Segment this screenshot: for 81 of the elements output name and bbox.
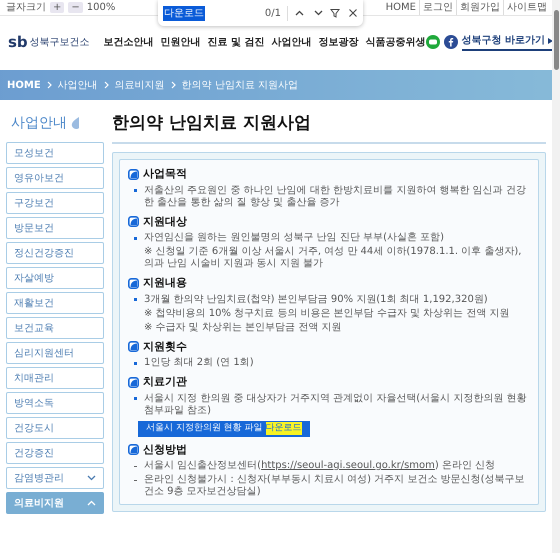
sidebar-item[interactable]: 보건교육 [6,317,104,339]
filter-icon[interactable] [330,8,340,18]
body-text: 저출산의 주요원인 중 하나인 난임에 대한 한방치료비를 지원하여 행복한 임신과 건강한 출산을 통한 삶의 질 향상 및 출산율 증가 [144,184,527,208]
chevron-right-icon [170,81,176,89]
nav-item[interactable]: 진료 및 검진 [208,34,265,50]
body-text: ※ 신청일 기준 6개월 이상 서울시 거주, 여성 만 44세 이하(1978.1.1. 이후 출생자), 의과 난임 시술비 지원과 동시 지원 불가 [144,246,522,270]
section-heading: 사업목적 [143,166,187,182]
section-heading: 치료기관 [143,374,187,390]
sidebar-item[interactable]: 구강보건 [6,192,104,214]
sidebar-item[interactable]: 방문보건 [6,217,104,239]
body-text: 3개월 한의약 난임치료(첩약) 본인부담금 90% 지원(1회 최대 1,192,320원) [144,294,488,306]
match-count: 0/1 [264,6,288,20]
body-text: 온라인 신청불가시 : 신청자(부부동시 치료시 여성) 거주지 보건소 방문신청(성북구보건소 9층 모자보건상담실) [144,474,526,498]
find-field[interactable]: 다운로드 [163,6,261,20]
scrollbar-thumb[interactable] [554,10,558,70]
chevron-down-icon [314,10,323,16]
breadcrumb-link[interactable]: 한의약 난임치료 지원사업 [182,78,298,92]
zoom-level: 100% [86,1,116,15]
facebook-icon[interactable] [444,35,458,49]
leaf-square-icon [128,376,139,388]
leaf-square-icon [128,278,139,289]
sidebar-item[interactable]: 치매관리 [6,367,104,389]
bullet-icon [134,298,137,301]
nav-item[interactable]: 정보광장 [318,34,359,50]
sidebar-item[interactable]: 방역소독 [6,392,104,414]
body-text: 서울시 임신출산정보센터(https://seoul-agi.seoul.go.kr/smom) 온라인 신청 [144,460,496,472]
section-heading: 지원내용 [143,275,187,291]
section-heading: 지원횟수 [143,338,187,354]
font-size-label: 글자크기 [6,1,46,15]
bullet-icon [134,362,137,364]
breadcrumb-link[interactable]: HOME [7,78,41,92]
leaf-square-icon [128,168,139,180]
chevron-right-icon [104,81,109,89]
scrollbar[interactable] [552,0,560,553]
bullet-icon [134,397,137,400]
chevron-up-icon [87,500,96,506]
chevron-down-icon [87,475,96,481]
top-link[interactable]: 회원가입 [456,0,503,15]
top-link[interactable]: 로그인 [419,0,456,15]
nav-item[interactable]: 식품공중위생 [366,34,426,50]
body-text: ※ 첩약비용의 10% 청구치료 등의 비용은 본인부담 수급자 및 차상위는 전액 지원 [144,308,510,320]
sidebar-title: 사업안내 [11,114,67,132]
breadcrumb-link[interactable]: 사업안내 [58,78,98,92]
nav-item[interactable]: 보건소안내 [104,34,154,50]
body-text: 자연임신을 원하는 원인불명의 성북구 난임 진단 부부(사실혼 포함) [144,232,444,244]
nav-item[interactable]: 민원안내 [160,34,201,50]
page-title: 한의약 난임치료 지원사업 [112,112,312,134]
zoom-in-button[interactable]: + [50,2,64,13]
chevron-up-icon [295,10,304,16]
zoom-out-button[interactable]: − [68,2,83,13]
sidebar-item[interactable]: 감염병관리 [6,467,104,489]
body-text: ※ 수급자 및 차상위는 본인부담금 전액 지원 [144,322,342,334]
top-link[interactable]: 사이트맵 [503,0,550,15]
logo[interactable]: sb 성북구보건소 [8,34,90,50]
sidebar-item[interactable]: 모성보건 [6,142,104,164]
sidebar-item[interactable]: 자살예방 [6,267,104,289]
section-heading: 지원대상 [143,214,187,230]
sidebar-item[interactable]: 건강증진 [6,442,104,464]
leaf-square-icon [128,341,139,352]
sidebar-item[interactable]: 정신건강증진 [6,242,104,264]
top-link[interactable]: HOME [382,0,419,15]
sidebar-item[interactable]: 건강도시 [6,417,104,439]
chevron-right-icon [46,81,52,89]
nav-item[interactable]: 사업안내 [272,34,312,50]
sidebar-item[interactable]: 심리지원센터 [6,342,104,364]
sidebar-item[interactable]: 영유아보건 [6,167,104,189]
bullet-icon [134,189,137,192]
link[interactable]: https://seoul-agi.seoul.go.kr/smom [261,460,435,471]
sidebar-item[interactable]: 재활보건 [6,292,104,314]
bullet-icon [134,236,137,240]
download-button[interactable]: 서울시 지정한의원 현황 파일 다운로드 [138,420,310,436]
section-heading: 신청방법 [143,442,187,458]
sidebar-item[interactable]: 의료비지원 [6,492,104,514]
triangle-right-icon [548,38,554,44]
close-icon[interactable] [348,8,358,18]
leaf-square-icon [128,444,139,456]
body-text: 서울시 지정 한의원 중 대상자가 거주지역 관계없이 자율선택(서울시 지정한의원 현황 첨부파일 참조) [144,392,528,416]
body-text: 1인당 최대 2회 (연 1회) [144,357,254,369]
leaf-icon [71,116,80,130]
breadcrumb-link[interactable]: 의료비지원 [114,78,165,92]
leaf-square-icon [128,216,139,228]
